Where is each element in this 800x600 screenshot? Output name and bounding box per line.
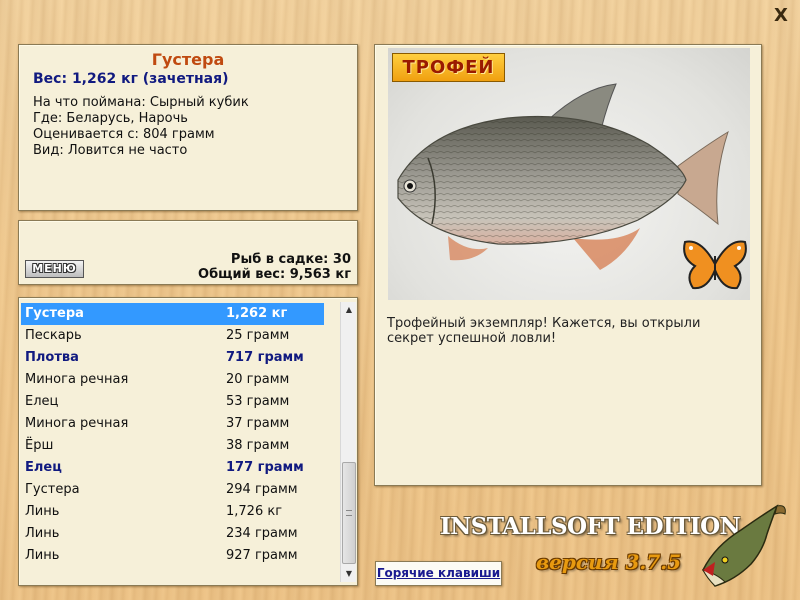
butterfly-icon (683, 240, 747, 290)
total-weight: Общий вес: 9,563 кг (198, 267, 351, 282)
catch-fish-weight: 177 грамм (226, 460, 304, 475)
fish-info-panel: Густера Вес: 1,262 кг (зачетная) На что … (18, 44, 358, 211)
catch-fish-name: Густера (25, 482, 80, 497)
catch-fish-name: Елец (25, 394, 59, 409)
catch-fish-weight: 294 грамм (226, 482, 298, 497)
catch-fish-weight: 20 грамм (226, 372, 290, 387)
catch-fish-weight: 927 грамм (226, 548, 298, 563)
catch-list-row[interactable]: Плотва 717 грамм (21, 347, 324, 369)
catch-fish-name: Плотва (25, 350, 79, 365)
catch-list-row[interactable]: Минога речная 37 грамм (21, 413, 324, 435)
catch-fish-weight: 1,262 кг (226, 306, 288, 321)
catch-list-row[interactable]: Линь 1,726 кг (21, 501, 324, 523)
catch-fish-weight: 1,726 кг (226, 504, 283, 519)
menu-button[interactable]: МЕНЮ (25, 260, 84, 278)
catch-list-row[interactable]: Ёрш 38 грамм (21, 435, 324, 457)
fish-photo: ТРОФЕЙ (388, 48, 750, 300)
fish-name: Густера (151, 50, 225, 69)
scroll-thumb[interactable] (342, 462, 356, 564)
catch-fish-weight: 38 грамм (226, 438, 290, 453)
info-bait: На что поймана: Сырный кубик (33, 95, 249, 110)
close-button[interactable]: X (770, 6, 792, 26)
catch-summary-panel: МЕНЮ Рыб в садке: 30 Общий вес: 9,563 кг (18, 220, 358, 285)
catch-fish-weight: 37 грамм (226, 416, 290, 431)
catch-list-row[interactable]: Густера 294 грамм (21, 479, 324, 501)
catch-fish-weight: 717 грамм (226, 350, 304, 365)
close-icon: X (774, 5, 788, 26)
catch-list-row[interactable]: Елец 177 грамм (21, 457, 324, 479)
version-label: версия 3.7.5 (536, 550, 682, 574)
pike-icon (702, 504, 786, 587)
catch-fish-name: Елец (25, 460, 62, 475)
arrow-up-icon[interactable]: ▲ (341, 302, 357, 318)
catch-fish-name: Густера (25, 306, 84, 321)
catch-list-row[interactable]: Линь 234 грамм (21, 523, 324, 545)
fish-photo-panel: ТРОФЕЙ Трофейный экземпляр! Кажется, вы … (374, 44, 762, 486)
catch-fish-name: Минога речная (25, 372, 129, 387)
catch-list-row[interactable]: Елец 53 грамм (21, 391, 324, 413)
catch-list-row[interactable]: Минога речная 20 грамм (21, 369, 324, 391)
info-rarity: Вид: Ловится не часто (33, 143, 188, 158)
fish-description: Трофейный экземпляр! Кажется, вы открыли… (387, 316, 701, 346)
catch-fish-name: Ёрш (25, 438, 54, 453)
info-rating: Оценивается с: 804 грамм (33, 127, 215, 142)
trophy-badge: ТРОФЕЙ (392, 53, 505, 82)
info-location: Где: Беларусь, Нарочь (33, 111, 188, 126)
catch-list-row[interactable]: Густера 1,262 кг (21, 303, 324, 325)
catch-list-row[interactable]: Линь 927 грамм (21, 545, 324, 567)
catch-list-panel: Густера 1,262 кг Пескарь 25 грамм Плотва 717 … (18, 297, 358, 586)
catch-fish-name: Линь (25, 548, 60, 563)
catch-fish-name: Линь (25, 526, 60, 541)
hotkeys-button[interactable]: Горячие клавиши (375, 561, 502, 586)
catch-fish-name: Пескарь (25, 328, 82, 343)
catch-list: Густера 1,262 кг Пескарь 25 грамм Плотва 717 … (19, 303, 357, 567)
arrow-down-icon[interactable]: ▼ (341, 566, 357, 582)
catch-fish-weight: 25 грамм (226, 328, 290, 343)
fish-count: Рыб в садке: 30 (230, 252, 351, 267)
catch-stats: Рыб в садке: 30 Общий вес: 9,563 кг (198, 252, 351, 282)
catch-fish-weight: 234 грамм (226, 526, 298, 541)
catch-fish-name: Минога речная (25, 416, 129, 431)
catch-list-row[interactable]: Пескарь 25 грамм (21, 325, 324, 347)
catch-fish-weight: 53 грамм (226, 394, 290, 409)
catch-fish-name: Линь (25, 504, 60, 519)
fish-weight: Вес: 1,262 кг (зачетная) (33, 71, 229, 87)
scrollbar[interactable]: ▲ ▼ (340, 302, 356, 582)
